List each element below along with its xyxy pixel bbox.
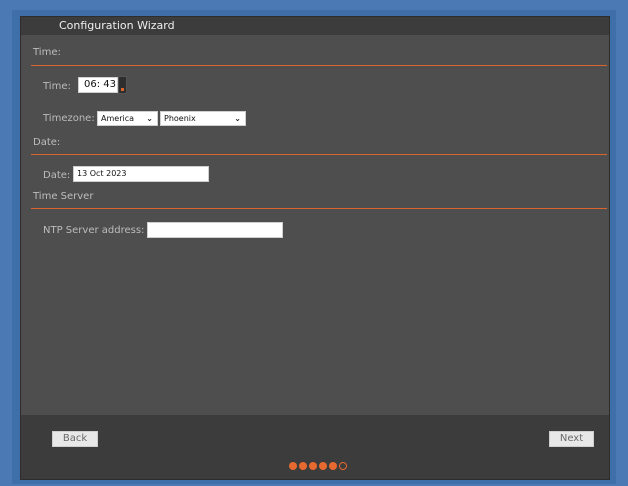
back-button[interactable]: Back: [52, 431, 98, 447]
timezone-city-value: Phoenix: [164, 114, 196, 123]
time-input[interactable]: 06: 43: [78, 77, 118, 93]
time-section-divider: [31, 65, 607, 66]
date-label: Date:: [43, 170, 71, 181]
date-input[interactable]: 13 Oct 2023: [73, 166, 209, 182]
step-dot-complete: [299, 462, 307, 470]
time-section-header: Time:: [33, 47, 61, 58]
title-bar: Configuration Wizard: [21, 17, 609, 35]
configuration-wizard-window: Configuration Wizard Time: Time: 06: 43 …: [20, 16, 610, 480]
time-server-section-header: Time Server: [33, 191, 94, 202]
step-dot-complete: [309, 462, 317, 470]
chevron-down-icon: ⌄: [234, 114, 241, 123]
chevron-down-icon: ⌄: [146, 114, 153, 123]
step-dot-remaining: [339, 462, 347, 470]
progress-indicator: [289, 455, 349, 470]
wizard-footer: Back Next: [21, 415, 609, 479]
date-section-header: Date:: [33, 137, 61, 148]
step-dot-complete: [289, 462, 297, 470]
step-dot-current: [329, 462, 337, 470]
timezone-city-select[interactable]: Phoenix ⌄: [160, 111, 246, 126]
time-spinner[interactable]: [118, 76, 127, 94]
time-label: Time:: [43, 81, 71, 92]
step-dot-complete: [319, 462, 327, 470]
date-section-divider: [31, 154, 607, 155]
next-button[interactable]: Next: [549, 431, 594, 447]
ntp-server-label: NTP Server address:: [43, 225, 145, 236]
timezone-region-select[interactable]: America ⌄: [97, 111, 158, 126]
time-server-section-divider: [31, 208, 607, 209]
timezone-region-value: America: [101, 114, 134, 123]
ntp-server-input[interactable]: [147, 222, 283, 238]
timezone-label: Timezone:: [43, 113, 95, 124]
window-title: Configuration Wizard: [59, 19, 175, 32]
